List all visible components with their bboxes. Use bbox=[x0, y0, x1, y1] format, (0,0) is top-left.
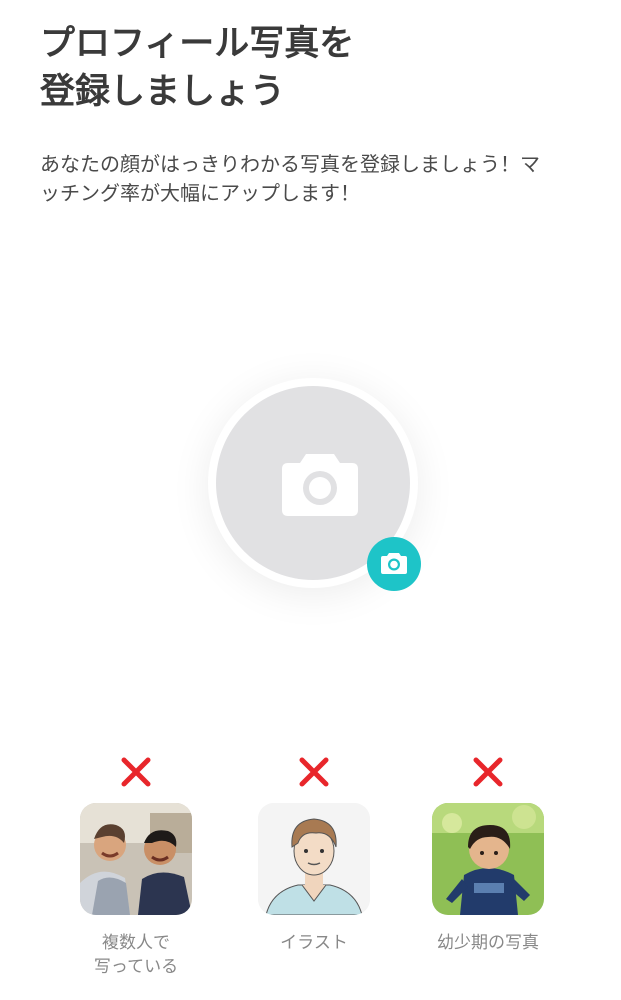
example-label: 幼少期の写真 bbox=[437, 933, 539, 953]
x-mark-icon bbox=[299, 757, 329, 787]
childhood-photo-thumbnail bbox=[432, 803, 544, 915]
illustration-thumbnail bbox=[258, 803, 370, 915]
page-description: あなたの顔がはっきりわかる写真を登録しましょう！マ ッチング率が大幅にアップしま… bbox=[40, 150, 588, 208]
x-mark-icon bbox=[473, 757, 503, 787]
x-mark-icon bbox=[121, 757, 151, 787]
page-title-line1: プロフィール写真を bbox=[40, 24, 355, 64]
group-photo-thumbnail bbox=[80, 803, 192, 915]
example-group-photo: 複数人で 写っている bbox=[56, 755, 216, 979]
bad-photo-examples: 複数人で 写っている イラスト 幼少期の写真 bbox=[0, 755, 621, 995]
page-description-line1: あなたの顔がはっきりわかる写真を登録しましょう！マ bbox=[40, 152, 540, 176]
example-illustration: イラスト bbox=[234, 755, 394, 955]
profile-photo-uploader bbox=[208, 378, 421, 591]
camera-icon bbox=[282, 454, 358, 516]
example-label: イラスト bbox=[280, 933, 348, 953]
example-label: 複数人で 写っている bbox=[93, 933, 179, 977]
add-photo-button[interactable] bbox=[367, 537, 421, 591]
example-childhood-photo: 幼少期の写真 bbox=[408, 755, 568, 955]
page-title-line2: 登録しましょう bbox=[40, 72, 286, 112]
camera-icon bbox=[381, 553, 407, 574]
page-description-line2: ッチング率が大幅にアップします！ bbox=[40, 181, 360, 205]
page-title: プロフィール写真を 登録しましょう bbox=[40, 20, 580, 116]
